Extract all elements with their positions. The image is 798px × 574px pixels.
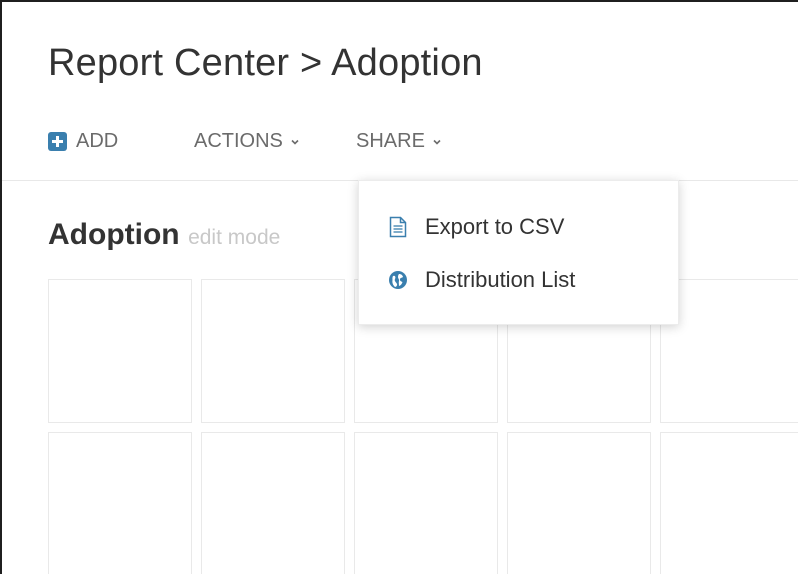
share-menu-button[interactable]: SHARE [356, 130, 441, 153]
globe-icon [387, 269, 409, 291]
chevron-down-icon [291, 139, 299, 145]
grid-cell[interactable] [201, 279, 345, 423]
chevron-down-icon [433, 139, 441, 145]
add-button[interactable]: ADD [48, 130, 118, 153]
breadcrumb-separator: > [300, 42, 323, 84]
export-csv-label: Export to CSV [425, 214, 565, 239]
grid-cell[interactable] [354, 432, 498, 574]
export-csv-menu-item[interactable]: Export to CSV [387, 214, 564, 240]
breadcrumb-root[interactable]: Report Center [48, 42, 289, 84]
grid-cell[interactable] [660, 279, 798, 423]
edit-mode-label: edit mode [188, 226, 281, 249]
page-header: Report Center > Adoption ADD ACTIONS SHA… [2, 2, 798, 181]
grid-cell[interactable] [48, 279, 192, 423]
app-window: Report Center > Adoption ADD ACTIONS SHA… [0, 0, 798, 574]
document-icon [387, 216, 409, 238]
plus-icon [48, 132, 67, 151]
grid-cell[interactable] [660, 432, 798, 574]
dashboard-heading: Adoption edit mode [48, 218, 280, 252]
page-title: Report Center > Adoption [48, 42, 483, 85]
grid-cell[interactable] [201, 432, 345, 574]
actions-menu-button[interactable]: ACTIONS [194, 130, 299, 153]
breadcrumb-current: Adoption [331, 42, 483, 84]
distribution-list-menu-item[interactable]: Distribution List [387, 267, 575, 293]
distribution-list-label: Distribution List [425, 267, 576, 292]
add-button-label: ADD [76, 130, 119, 152]
share-dropdown-menu: Export to CSV Distribution List [358, 180, 679, 325]
share-button-label: SHARE [356, 130, 425, 152]
dashboard-title: Adoption [48, 218, 180, 251]
actions-button-label: ACTIONS [194, 130, 283, 152]
grid-cell[interactable] [48, 432, 192, 574]
grid-cell[interactable] [507, 432, 651, 574]
